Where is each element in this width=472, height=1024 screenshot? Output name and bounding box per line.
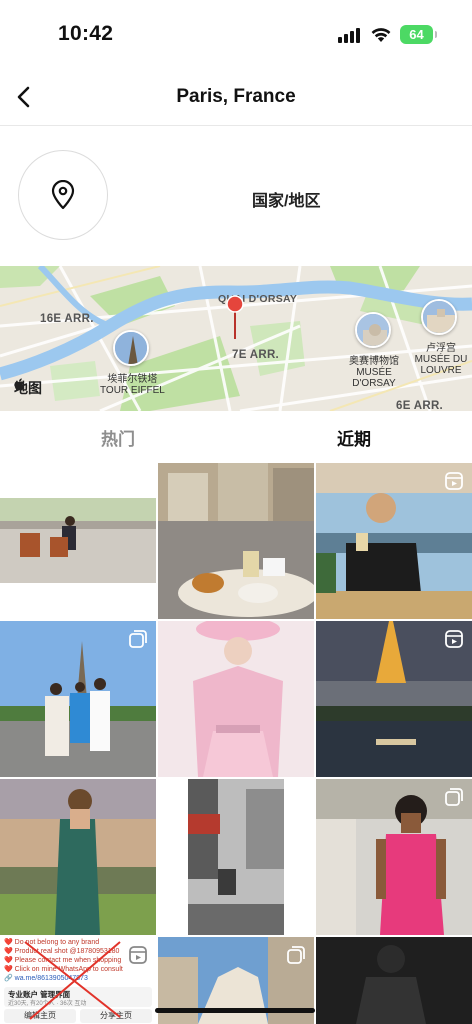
tab-bar: 热门 近期	[0, 411, 472, 463]
home-indicator[interactable]	[155, 1008, 315, 1013]
poi-label-louvre: 卢浮宫 MUSÉE DU LOUVRE	[414, 343, 468, 376]
apple-maps-attribution: 地图	[14, 378, 42, 398]
eiffel-tower-thumb[interactable]	[113, 330, 149, 366]
status-time: 10:42	[58, 22, 114, 45]
poi-label-orsay: 奥赛博物馆 MUSÉE D'ORSAY	[347, 356, 401, 389]
poi-orsay-subname: MUSÉE D'ORSAY	[352, 367, 396, 389]
status-bar: 10:42 64	[0, 0, 472, 68]
louvre-thumb[interactable]	[421, 299, 457, 335]
poi-label-eiffel: 埃菲尔铁塔 TOUR EIFFEL	[100, 374, 165, 396]
post-tile[interactable]	[316, 937, 472, 1024]
post-tile[interactable]	[0, 621, 156, 777]
reels-icon	[445, 630, 463, 648]
page-title: Paris, France	[176, 86, 296, 107]
carousel-icon	[445, 788, 463, 806]
post-tile[interactable]	[158, 621, 314, 777]
poi-louvre-name: 卢浮宫	[426, 343, 456, 354]
post-tile-ad[interactable]: ❤️ Do not belong to any brand ❤️ Product…	[0, 937, 156, 1024]
map-pin-icon	[226, 295, 244, 339]
poi-orsay-name: 奥赛博物馆	[349, 356, 399, 367]
cellular-signal-icon	[338, 27, 362, 43]
header: Paris, France	[0, 68, 472, 126]
post-grid: ❤️ Do not belong to any brand ❤️ Product…	[0, 463, 472, 1024]
reels-icon	[129, 946, 147, 964]
tab-recent[interactable]: 近期	[236, 411, 472, 463]
poi-eiffel-name: 埃菲尔铁塔	[107, 374, 158, 385]
reels-icon	[445, 472, 463, 490]
tab-hot[interactable]: 热门	[0, 411, 236, 463]
wifi-icon	[371, 28, 391, 42]
post-tile[interactable]	[316, 621, 472, 777]
cross-out-marks	[24, 941, 121, 1020]
battery-level: 64	[409, 27, 424, 42]
post-tile[interactable]	[0, 779, 156, 935]
location-info: 国家/地区	[0, 126, 472, 266]
map-preview[interactable]: 16E ARR. 7E ARR. 6E ARR. QUAI D'ORSAY 埃菲…	[0, 266, 472, 411]
post-tile[interactable]	[158, 779, 314, 935]
post-tile[interactable]	[316, 779, 472, 935]
post-tile[interactable]	[0, 463, 156, 619]
map-label-16e: 16E ARR.	[40, 313, 94, 325]
map-label-6e: 6E ARR.	[396, 400, 444, 411]
location-avatar	[18, 150, 108, 240]
post-tile[interactable]	[158, 463, 314, 619]
poi-louvre-subname: MUSÉE DU LOUVRE	[414, 354, 468, 376]
battery-icon: 64	[400, 25, 437, 44]
carousel-icon	[129, 472, 147, 490]
post-tile[interactable]	[316, 463, 472, 619]
map-label-7e: 7E ARR.	[232, 349, 280, 361]
poi-eiffel-subname: TOUR EIFFEL	[100, 385, 165, 396]
apple-logo-icon	[14, 378, 24, 391]
carousel-icon	[287, 946, 305, 964]
musee-orsay-thumb[interactable]	[355, 312, 391, 348]
location-type-label: 国家/地区	[252, 193, 321, 210]
location-pin-icon	[51, 180, 75, 210]
carousel-icon	[129, 630, 147, 648]
